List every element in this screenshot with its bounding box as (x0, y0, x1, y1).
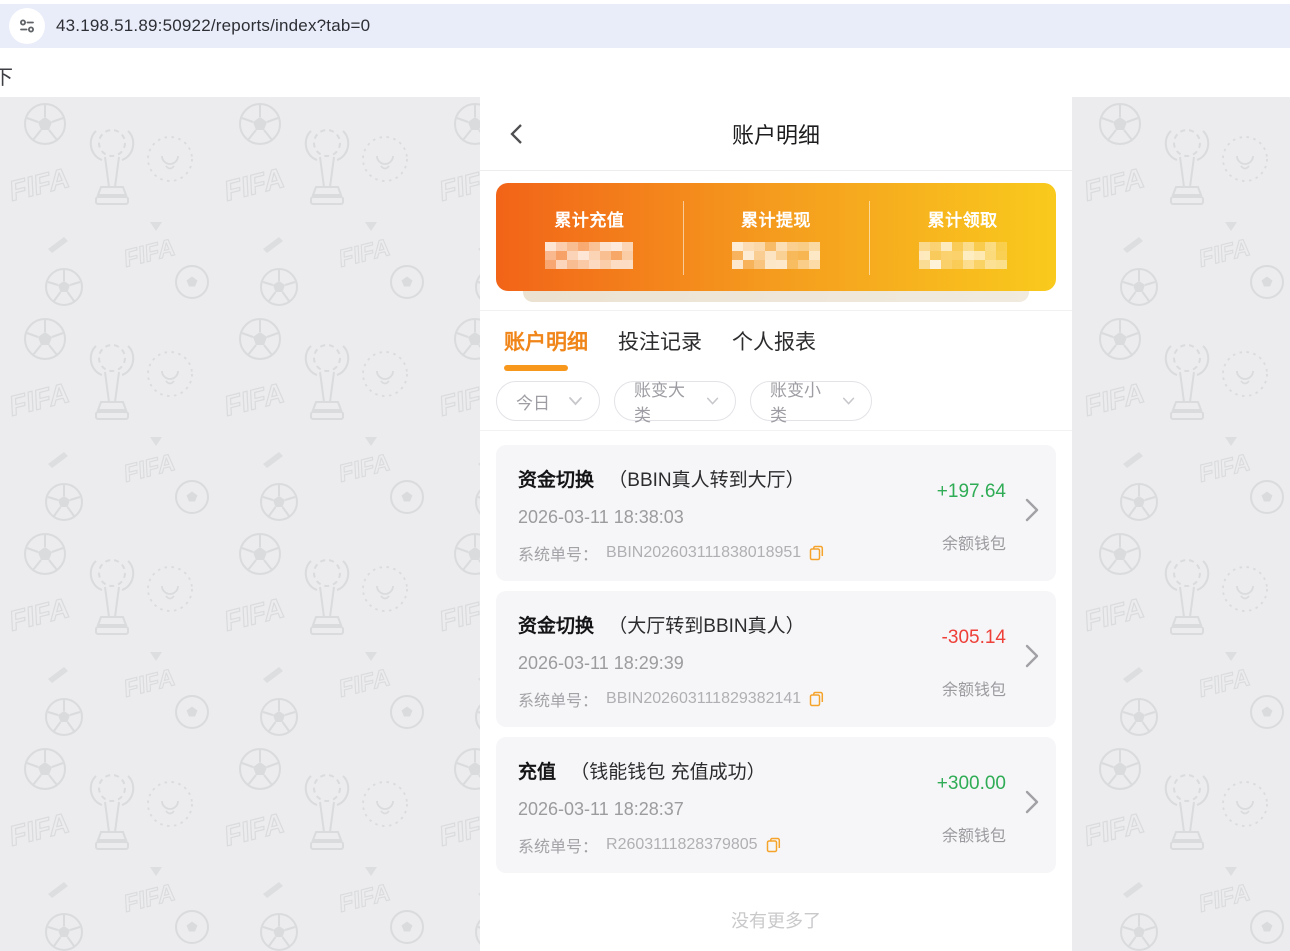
transaction-list: 资金切换 （BBIN真人转到大厅） 2026-03-11 18:38:03 系统… (480, 430, 1072, 883)
transaction-row[interactable]: 资金切换 （BBIN真人转到大厅） 2026-03-11 18:38:03 系统… (496, 445, 1056, 581)
tune-icon (18, 17, 36, 35)
wallet-type: 余额钱包 (942, 530, 1006, 554)
clipped-page-text: 下 (0, 61, 13, 90)
tab-account-detail[interactable]: 账户明细 (504, 326, 588, 356)
transaction-subtitle: （BBIN真人转到大厅） (608, 470, 804, 491)
transaction-title-row: 资金切换 （大厅转到BBIN真人） (518, 611, 906, 638)
transaction-datetime: 2026-03-11 18:38:03 (518, 507, 906, 528)
masked-value (732, 242, 820, 269)
copy-icon[interactable] (809, 691, 824, 707)
order-number: BBIN202603111838018951 (606, 544, 801, 562)
card-stack-shadow (523, 291, 1029, 302)
site-settings-button[interactable] (9, 8, 45, 44)
no-more-text: 没有更多了 (480, 883, 1072, 951)
panel-header: 账户明细 (480, 97, 1072, 171)
order-number: BBIN202603111829382141 (606, 690, 801, 708)
wallet-type: 余额钱包 (942, 676, 1006, 700)
stats-section: 累计充值 累计提现 累计领取 (480, 171, 1072, 311)
tabs-section: 账户明细 投注记录 个人报表 (480, 311, 1072, 371)
screen: 43.198.51.89:50922/reports/index?tab=0 下 (0, 0, 1290, 951)
order-label: 系统单号： (518, 687, 598, 711)
chevron-right-icon (1024, 643, 1040, 669)
transaction-order-row: 系统单号： BBIN202603111838018951 (518, 541, 906, 565)
order-label: 系统单号： (518, 833, 598, 857)
tab-bet-records[interactable]: 投注记录 (618, 326, 702, 356)
filter-bar: 今日 账变大类 账变小类 (480, 371, 1072, 430)
stat-label: 累计领取 (928, 206, 998, 231)
transaction-amount: -305.14 (942, 627, 1006, 649)
transaction-order-row: 系统单号： BBIN202603111829382141 (518, 687, 906, 711)
transaction-order-row: 系统单号： R2603111828379805 (518, 833, 906, 857)
chevron-right-icon (1024, 497, 1040, 523)
chevron-down-icon (568, 396, 583, 406)
chevron-right-icon (1024, 789, 1040, 815)
filter-label: 账变大类 (634, 376, 694, 426)
copy-icon[interactable] (809, 545, 824, 561)
masked-value (545, 242, 633, 269)
page-background: FIFA FIFA (0, 97, 1290, 951)
stat-label: 累计充值 (554, 206, 624, 231)
transaction-datetime: 2026-03-11 18:28:37 (518, 799, 906, 820)
transaction-datetime: 2026-03-11 18:29:39 (518, 653, 906, 674)
account-detail-panel: 账户明细 累计充值 累计提现 累计领取 (480, 97, 1072, 951)
tab-personal-report[interactable]: 个人报表 (732, 326, 816, 356)
stat-label: 累计提现 (741, 206, 811, 231)
filter-label: 账变小类 (770, 376, 830, 426)
transaction-title-row: 资金切换 （BBIN真人转到大厅） (518, 465, 906, 492)
browser-address-bar[interactable]: 43.198.51.89:50922/reports/index?tab=0 (0, 4, 1290, 48)
transaction-row[interactable]: 资金切换 （大厅转到BBIN真人） 2026-03-11 18:29:39 系统… (496, 591, 1056, 727)
copy-icon[interactable] (766, 837, 781, 853)
transaction-amount: +300.00 (937, 773, 1006, 795)
order-label: 系统单号： (518, 541, 598, 565)
transaction-type: 充值 (518, 762, 556, 783)
order-number: R2603111828379805 (606, 836, 758, 854)
filter-label: 今日 (516, 389, 550, 414)
transaction-subtitle: （钱能钱包 充值成功） (570, 762, 765, 783)
back-chevron-icon (506, 122, 528, 146)
masked-value (919, 242, 1007, 269)
chevron-down-icon (706, 396, 719, 406)
back-button[interactable] (502, 119, 532, 149)
transaction-row[interactable]: 充值 （钱能钱包 充值成功） 2026-03-11 18:28:37 系统单号：… (496, 737, 1056, 873)
url-text[interactable]: 43.198.51.89:50922/reports/index?tab=0 (56, 16, 370, 36)
stat-total-deposit: 累计充值 (496, 183, 683, 291)
chevron-down-icon (842, 396, 855, 406)
wallet-type: 余额钱包 (942, 822, 1006, 846)
filter-date[interactable]: 今日 (496, 381, 600, 421)
filter-minor-category[interactable]: 账变小类 (750, 381, 872, 421)
transaction-amount: +197.64 (937, 481, 1006, 503)
transaction-type: 资金切换 (518, 616, 594, 637)
totals-card: 累计充值 累计提现 累计领取 (496, 183, 1056, 291)
transaction-type: 资金切换 (518, 470, 594, 491)
filter-major-category[interactable]: 账变大类 (614, 381, 736, 421)
stat-total-withdraw: 累计提现 (683, 183, 870, 291)
transaction-subtitle: （大厅转到BBIN真人） (608, 616, 804, 637)
page-title: 账户明细 (732, 118, 820, 150)
transaction-title-row: 充值 （钱能钱包 充值成功） (518, 757, 906, 784)
stat-total-claim: 累计领取 (869, 183, 1056, 291)
